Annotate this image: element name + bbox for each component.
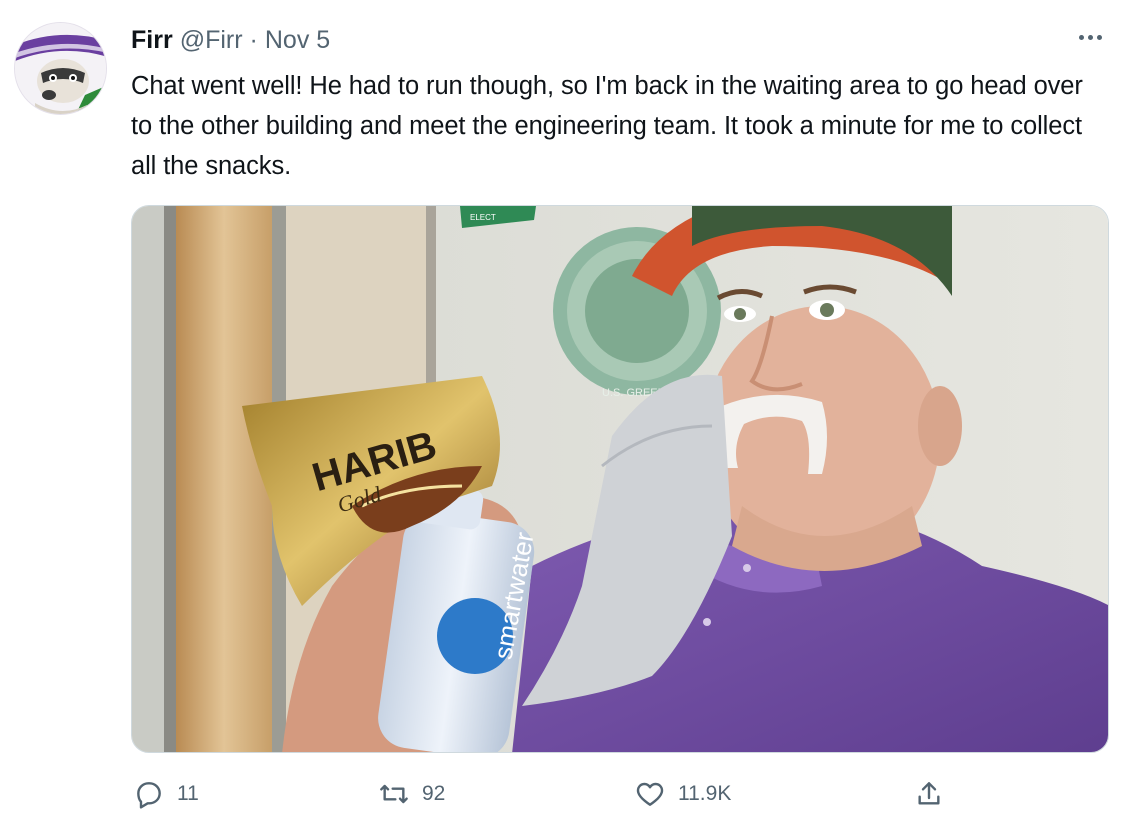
display-name[interactable]: Firr bbox=[131, 26, 173, 55]
retweet-button[interactable]: 92 bbox=[378, 778, 445, 810]
reply-count: 11 bbox=[177, 782, 199, 805]
like-count: 11.9K bbox=[678, 782, 732, 805]
more-options-button[interactable] bbox=[1070, 22, 1110, 52]
heart-icon bbox=[636, 782, 664, 806]
share-button[interactable] bbox=[913, 778, 945, 810]
more-dot bbox=[1096, 34, 1102, 40]
avatar[interactable] bbox=[14, 22, 107, 115]
reply-button[interactable]: 11 bbox=[133, 778, 199, 810]
more-horizontal-icon bbox=[1078, 34, 1084, 40]
wall-sign-text: ELECT bbox=[470, 213, 496, 222]
reply-icon bbox=[137, 782, 161, 809]
like-button[interactable]: 11.9K bbox=[634, 778, 731, 810]
action-bar: 11 92 11.9K bbox=[0, 778, 1124, 813]
raccoon-avatar-icon bbox=[15, 23, 106, 114]
tweet-date[interactable]: Nov 5 bbox=[265, 26, 330, 55]
user-handle[interactable]: @Firr bbox=[180, 26, 243, 55]
share-icon bbox=[918, 782, 940, 805]
retweet-icon bbox=[380, 784, 408, 804]
tweet-card: Firr @Firr · Nov 5 Chat went well! He ha… bbox=[0, 0, 1124, 813]
tweet-header: Firr @Firr · Nov 5 bbox=[131, 26, 330, 56]
tweet-photo[interactable]: ELECT U.S. GREEN ... 2010 bbox=[131, 205, 1109, 753]
tweet-text: Chat went well! He had to run though, so… bbox=[131, 72, 1083, 180]
selfie-photo: ELECT U.S. GREEN ... 2010 bbox=[132, 206, 1108, 752]
more-dot bbox=[1087, 34, 1093, 40]
retweet-count: 92 bbox=[422, 782, 446, 805]
header-separator: · bbox=[249, 26, 258, 54]
